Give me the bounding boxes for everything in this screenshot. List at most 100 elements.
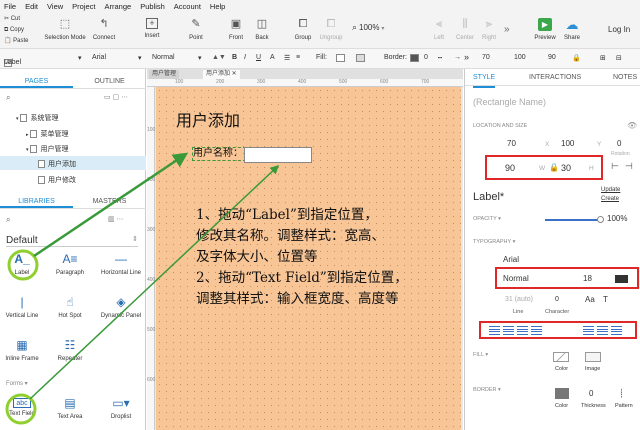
tree-item-menu[interactable]: ▸ 菜单管理 [26, 129, 68, 139]
connect-button[interactable]: ↰ Connect [90, 18, 118, 41]
fill-image-swatch[interactable] [585, 352, 601, 362]
arrow-style-icon[interactable]: → [454, 54, 461, 61]
tree-item-user-add[interactable]: 用户添加 [38, 159, 76, 169]
menu-publish[interactable]: Publish [140, 2, 165, 11]
library-item-dynamic-panel[interactable]: ◈ Dynamic Panel [98, 294, 144, 319]
font-size-input[interactable]: 18 [583, 274, 592, 283]
search-icon[interactable]: ⌕ [6, 93, 10, 103]
library-item-text-field[interactable]: abc Text Field [2, 395, 42, 417]
share-button[interactable]: ☁ Share [560, 18, 584, 41]
fit-width-icon[interactable]: ⊢ [611, 161, 619, 172]
y-input[interactable]: 100 [561, 139, 574, 148]
library-item-inline-frame[interactable]: ▦ Inline Frame [2, 337, 42, 362]
point-button[interactable]: ✎ Point [184, 18, 208, 41]
border-color-swatch[interactable] [555, 388, 569, 399]
tab-pages[interactable]: PAGES [0, 75, 73, 88]
back-button[interactable]: ◫ Back [250, 18, 274, 41]
align-center-icon[interactable] [503, 326, 514, 335]
library-item-paragraph[interactable]: A≡ Paragraph [50, 251, 90, 276]
ungroup-button[interactable]: ⧠ Ungroup [316, 18, 346, 41]
tab-style[interactable]: STYLE [473, 69, 496, 88]
h-input[interactable]: 30 [561, 163, 571, 173]
text-color-icon[interactable]: A [270, 54, 275, 61]
selection-mode-button[interactable]: ⬚ Selection Mode [44, 18, 86, 41]
border-pattern-icon[interactable]: ┊ [619, 389, 624, 398]
library-options-icon[interactable]: ▥ ⋯ [108, 215, 124, 223]
text-case-icon[interactable]: Aa [585, 295, 595, 304]
align-right-icon[interactable] [517, 326, 528, 335]
zoom-control[interactable]: ⌕ 100% ▾ [352, 22, 384, 33]
align-left-button[interactable]: ⫷ Left [428, 18, 450, 41]
library-item-vline[interactable]: | Vertical Line [2, 294, 42, 319]
shadow-swatch[interactable] [356, 54, 365, 62]
more-chevron-icon[interactable]: » [464, 52, 469, 62]
line-style-icon[interactable]: ┅ [438, 54, 442, 62]
library-item-text-area[interactable]: ▤ Text Area [50, 395, 90, 420]
paste-button[interactable]: 📋 Paste [4, 36, 29, 47]
opacity-value[interactable]: 100% [607, 214, 627, 223]
align-text-icon[interactable]: ≡ [296, 54, 300, 61]
bold-icon[interactable]: B [232, 54, 237, 61]
create-style-link[interactable]: Create [601, 196, 619, 202]
underline-icon[interactable]: U [256, 54, 261, 61]
w-input[interactable]: 90 [548, 54, 556, 61]
menu-help[interactable]: Help [210, 2, 225, 11]
library-item-label[interactable]: A_ Label [2, 251, 42, 276]
more-chevron-icon[interactable]: » [504, 24, 510, 35]
shape-name-input[interactable]: (Rectangle Name) [473, 97, 546, 107]
valign-middle-icon[interactable] [597, 326, 608, 335]
doc-tab-user-manage[interactable]: 用户管理 [149, 70, 180, 79]
library-item-hotspot[interactable]: ☝ Hot Spot [50, 294, 90, 319]
x-input[interactable]: 70 [507, 139, 516, 148]
align-icon-2[interactable]: ⊟ [616, 54, 622, 62]
align-icon[interactable]: ⊞ [600, 54, 606, 62]
w-input[interactable]: 90 [505, 163, 515, 173]
character-spacing-input[interactable]: 0 [555, 296, 559, 303]
library-item-repeater[interactable]: ☷ Repeater [50, 337, 90, 362]
menu-arrange[interactable]: Arrange [105, 2, 132, 11]
valign-bottom-icon[interactable] [611, 326, 622, 335]
artboard[interactable]: 用户添加 用户名称： 1、拖动“Label”到指定位置， 修改其名称。调整样式：… [156, 87, 461, 430]
align-center-button[interactable]: ⫼ Center [452, 18, 478, 41]
y-input[interactable]: 100 [514, 54, 526, 61]
tree-item-user-edit[interactable]: 用户修改 [38, 175, 76, 185]
italic-icon[interactable]: I [244, 54, 246, 61]
front-button[interactable]: ▣ Front [224, 18, 248, 41]
font-select[interactable]: Arial [92, 54, 106, 61]
menu-file[interactable]: File [4, 2, 16, 11]
preview-button[interactable]: ▶ Preview [532, 18, 558, 41]
fill-swatch[interactable] [336, 54, 345, 62]
align-justify-icon[interactable] [531, 326, 542, 335]
copy-button[interactable]: ⧉ Copy [4, 25, 29, 36]
library-item-hline[interactable]: — Horizontal Line [98, 251, 144, 276]
lock-icon[interactable]: 🔒 [572, 54, 581, 62]
tree-item-system[interactable]: ▾ 系统管理 [16, 113, 58, 123]
border-width-input[interactable]: 0 [424, 54, 428, 61]
rotation-input[interactable]: 0 [617, 139, 621, 148]
search-icon[interactable]: ⌕ [6, 215, 10, 225]
group-button[interactable]: ⧠ Group [290, 18, 316, 41]
library-select[interactable]: Default ⇕ [6, 235, 138, 247]
tab-masters[interactable]: MASTERS [73, 195, 146, 208]
insert-button[interactable]: + Insert [138, 18, 166, 39]
align-left-icon[interactable] [489, 326, 500, 335]
selected-label-widget[interactable]: 用户名称： [192, 147, 246, 161]
opacity-slider-handle[interactable] [597, 216, 604, 223]
tree-item-user[interactable]: ▾ 用户管理 [26, 144, 68, 154]
list-icon[interactable]: ☰ [284, 54, 290, 62]
font-weight-select[interactable]: Normal [503, 274, 529, 283]
text-shadow-icon[interactable]: T [603, 295, 608, 304]
menu-project[interactable]: Project [72, 2, 95, 11]
fit-height-icon[interactable]: ⊣ [625, 161, 633, 172]
text-color-swatch[interactable] [615, 275, 628, 283]
login-button[interactable]: Log In [608, 25, 630, 34]
tab-interactions[interactable]: INTERACTIONS [529, 69, 581, 86]
fill-color-swatch[interactable] [553, 352, 569, 362]
font-size-icon[interactable]: ▲▼ [212, 54, 226, 61]
border-color-swatch[interactable] [410, 54, 419, 62]
update-style-link[interactable]: Update [601, 187, 620, 193]
menu-account[interactable]: Account [174, 2, 201, 11]
opacity-slider-track[interactable] [545, 219, 601, 221]
tab-libraries[interactable]: LIBRARIES [0, 195, 73, 208]
font-family-select[interactable]: Arial [503, 255, 519, 264]
